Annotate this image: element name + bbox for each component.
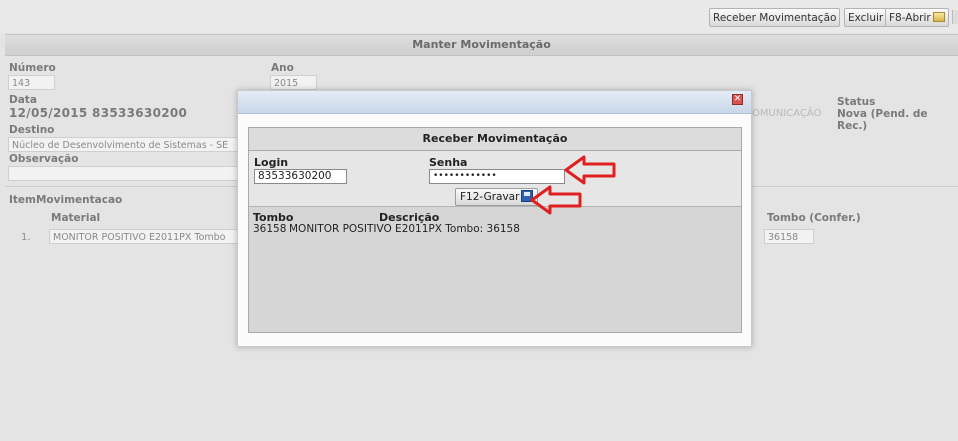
tombo-confer-column-header: Tombo (Confer.) [767,212,861,224]
senha-label: Senha [429,156,468,169]
ano-label: Ano [271,62,294,74]
destino-label: Destino [9,124,55,136]
annotation-arrow-gravar [530,185,582,215]
dialog-panel: Receber Movimentação Login 83533630200 S… [248,127,742,333]
observacao-field[interactable] [8,166,253,181]
receber-movimentacao-dialog: ✕ Receber Movimentação Login 83533630200… [237,90,752,347]
gravar-button[interactable]: F12-Gravar [455,188,539,206]
data-label: Data [9,94,37,106]
toolbar-overflow [952,10,958,24]
dialog-row-descricao: MONITOR POSITIVO E2011PX Tombo: 36158 [289,223,520,235]
data-value: 12/05/2015 83533630200 [9,106,188,120]
folder-icon [932,12,945,22]
status-label: Status [837,96,876,108]
observacao-label: Observação [9,153,79,165]
close-icon[interactable]: ✕ [732,94,743,105]
item-movimentacao-title: ItemMovimentacao [9,194,123,206]
receber-movimentacao-button[interactable]: Receber Movimentação [709,8,841,27]
comunicacao-partial-label: OMUNICAÇÃO [752,108,822,119]
dialog-header: Receber Movimentação [249,128,741,151]
gravar-button-label: F12-Gravar [460,191,520,203]
dialog-row-tombo: 36158 [253,223,287,235]
abrir-button[interactable]: F8-Abrir [885,8,949,27]
numero-field[interactable]: 143 [8,75,55,90]
item-row-tombo-confer[interactable]: 36158 [764,229,814,244]
login-input[interactable]: 83533630200 [254,169,347,184]
destino-field[interactable]: Núcleo de Desenvolvimento de Sistemas - … [8,137,253,152]
login-label: Login [254,156,289,169]
dialog-titlebar [238,91,751,114]
abrir-button-label: F8-Abrir [889,12,931,24]
ano-field[interactable]: 2015 [270,75,317,90]
excluir-button[interactable]: Excluir [844,8,888,27]
page-title: Manter Movimentação [5,34,958,56]
annotation-arrow-senha-path [564,155,616,185]
status-value: Nova (Pend. de Rec.) [837,108,928,132]
item-row-index: 1. [21,232,31,243]
annotation-arrow-gravar-path [530,185,582,215]
material-column-header: Material [51,212,101,224]
item-row-material[interactable]: MONITOR POSITIVO E2011PX Tombo [49,229,254,244]
numero-label: Número [9,62,56,74]
